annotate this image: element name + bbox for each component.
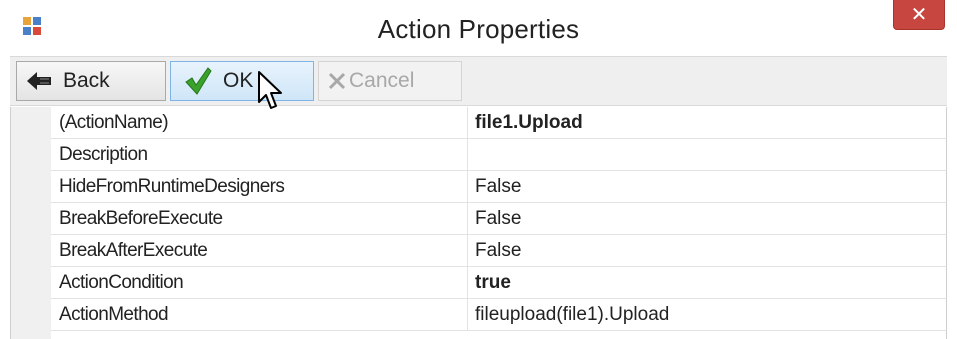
property-name: ActionMethod	[59, 304, 169, 325]
property-value[interactable]: False	[475, 176, 935, 198]
property-row-actionname[interactable]: (ActionName) file1.Upload	[51, 107, 946, 139]
cancel-button[interactable]: Cancel	[318, 61, 462, 101]
property-name: Description	[59, 144, 148, 165]
column-divider	[467, 171, 468, 203]
property-row-actioncondition[interactable]: ActionCondition true	[51, 267, 946, 299]
column-divider	[467, 267, 468, 299]
action-properties-window: Action Properties ✕ Back OK Cancel (Acti…	[0, 0, 957, 339]
column-divider	[467, 107, 468, 139]
back-arrow-icon	[27, 72, 51, 90]
column-divider	[467, 203, 468, 235]
property-row-actionmethod[interactable]: ActionMethod fileupload(file1).Upload	[51, 299, 946, 331]
property-grid-gutter	[11, 107, 51, 339]
back-button[interactable]: Back	[16, 61, 166, 101]
property-name: ActionCondition	[59, 272, 184, 293]
toolbar: Back OK Cancel	[10, 56, 947, 106]
checkmark-icon	[185, 67, 212, 95]
close-icon: ✕	[910, 4, 928, 26]
close-button[interactable]: ✕	[893, 0, 945, 30]
column-divider	[467, 235, 468, 267]
property-row-breakbeforeexecute[interactable]: BreakBeforeExecute False	[51, 203, 946, 235]
property-value[interactable]: fileupload(file1).Upload	[475, 304, 935, 326]
ok-button-label: OK	[223, 69, 254, 92]
property-name: BreakAfterExecute	[59, 240, 208, 261]
property-value[interactable]: False	[475, 208, 935, 230]
back-button-label: Back	[63, 69, 110, 92]
column-divider	[467, 299, 468, 331]
property-value[interactable]: file1.Upload	[475, 112, 935, 134]
property-grid: (ActionName) file1.Upload Description Hi…	[10, 107, 947, 339]
property-name: (ActionName)	[59, 112, 169, 133]
property-name: BreakBeforeExecute	[59, 208, 223, 229]
cancel-button-label: Cancel	[349, 69, 415, 92]
column-divider	[467, 139, 468, 171]
property-name: HideFromRuntimeDesigners	[59, 176, 285, 197]
property-value[interactable]: False	[475, 240, 935, 262]
property-row-hidefromruntimedesigners[interactable]: HideFromRuntimeDesigners False	[51, 171, 946, 203]
ok-button[interactable]: OK	[170, 61, 314, 101]
property-row-description[interactable]: Description	[51, 139, 946, 171]
property-row-breakafterexecute[interactable]: BreakAfterExecute False	[51, 235, 946, 267]
title-bar: Action Properties ✕	[0, 0, 957, 56]
window-title: Action Properties	[377, 14, 580, 44]
cancel-x-icon	[328, 72, 346, 90]
property-value[interactable]: true	[475, 272, 935, 294]
